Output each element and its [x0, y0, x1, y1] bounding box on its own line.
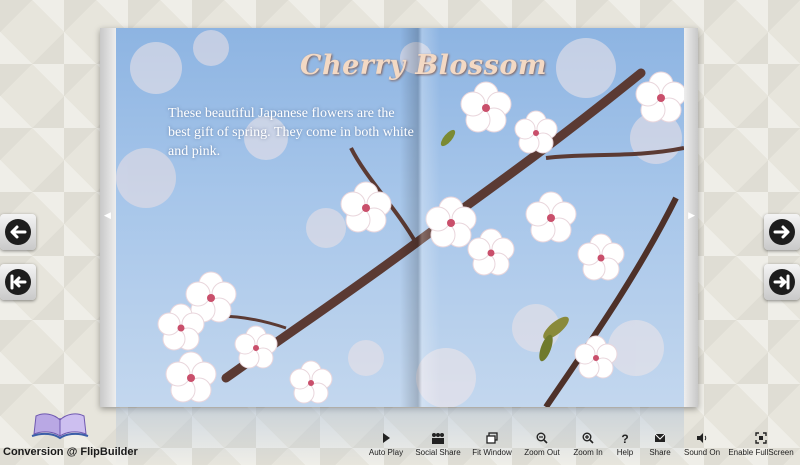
- arrow-left-icon: [5, 219, 31, 245]
- book-spine: [400, 28, 440, 407]
- fit-window-label: Fit Window: [472, 448, 512, 457]
- flipbook[interactable]: ◀ ▶ Cherry Blossom These beautiful Japan…: [100, 28, 698, 407]
- social-share-label: Social Share: [415, 448, 461, 457]
- previous-page-button[interactable]: [0, 214, 36, 250]
- enable-fullscreen-label: Enable FullScreen: [728, 448, 794, 457]
- window-icon: [486, 432, 498, 444]
- page-title: Cherry Blossom: [300, 50, 547, 81]
- arrow-right-icon: [769, 219, 795, 245]
- question-icon: ?: [621, 432, 628, 444]
- share-button[interactable]: Share: [646, 432, 674, 462]
- help-button[interactable]: ? Help: [612, 432, 638, 462]
- first-page-button[interactable]: [0, 264, 36, 300]
- flipbuilder-logo: [30, 410, 90, 445]
- help-label: Help: [616, 448, 634, 457]
- fit-window-button[interactable]: Fit Window: [470, 432, 514, 462]
- zoom-out-icon: [536, 432, 548, 444]
- page-description: These beautiful Japanese flowers are the…: [168, 106, 414, 159]
- branding-text: Conversion @ FlipBuilder: [3, 446, 138, 458]
- first-page-icon: [5, 269, 31, 295]
- svg-text:?: ?: [621, 432, 628, 444]
- sound-on-label: Sound On: [683, 448, 721, 457]
- zoom-in-icon: [582, 432, 594, 444]
- last-page-button[interactable]: [764, 264, 800, 300]
- play-icon: [383, 433, 390, 443]
- next-page-button[interactable]: [764, 214, 800, 250]
- speaker-icon: [697, 433, 707, 443]
- cherry-blossom-photo: Cherry Blossom These beautiful Japanese …: [116, 28, 684, 407]
- zoom-out-label: Zoom Out: [524, 448, 560, 457]
- auto-play-label: Auto Play: [368, 448, 404, 457]
- social-share-button[interactable]: Social Share: [414, 432, 462, 462]
- envelope-icon: [654, 433, 666, 442]
- zoom-in-label: Zoom In: [573, 448, 603, 457]
- auto-play-button[interactable]: Auto Play: [365, 432, 407, 462]
- sound-on-button[interactable]: Sound On: [684, 432, 720, 462]
- zoom-in-button[interactable]: Zoom In: [570, 432, 606, 462]
- page-turn-left-icon[interactable]: ◀: [104, 210, 111, 221]
- enable-fullscreen-button[interactable]: Enable FullScreen: [728, 432, 794, 462]
- people-icon: [432, 433, 444, 444]
- page-turn-right-icon[interactable]: ▶: [688, 210, 695, 221]
- open-book-logo-icon: [31, 413, 89, 440]
- share-label: Share: [649, 448, 671, 457]
- fullscreen-icon: [755, 432, 767, 444]
- zoom-out-button[interactable]: Zoom Out: [522, 432, 562, 462]
- last-page-icon: [769, 269, 795, 295]
